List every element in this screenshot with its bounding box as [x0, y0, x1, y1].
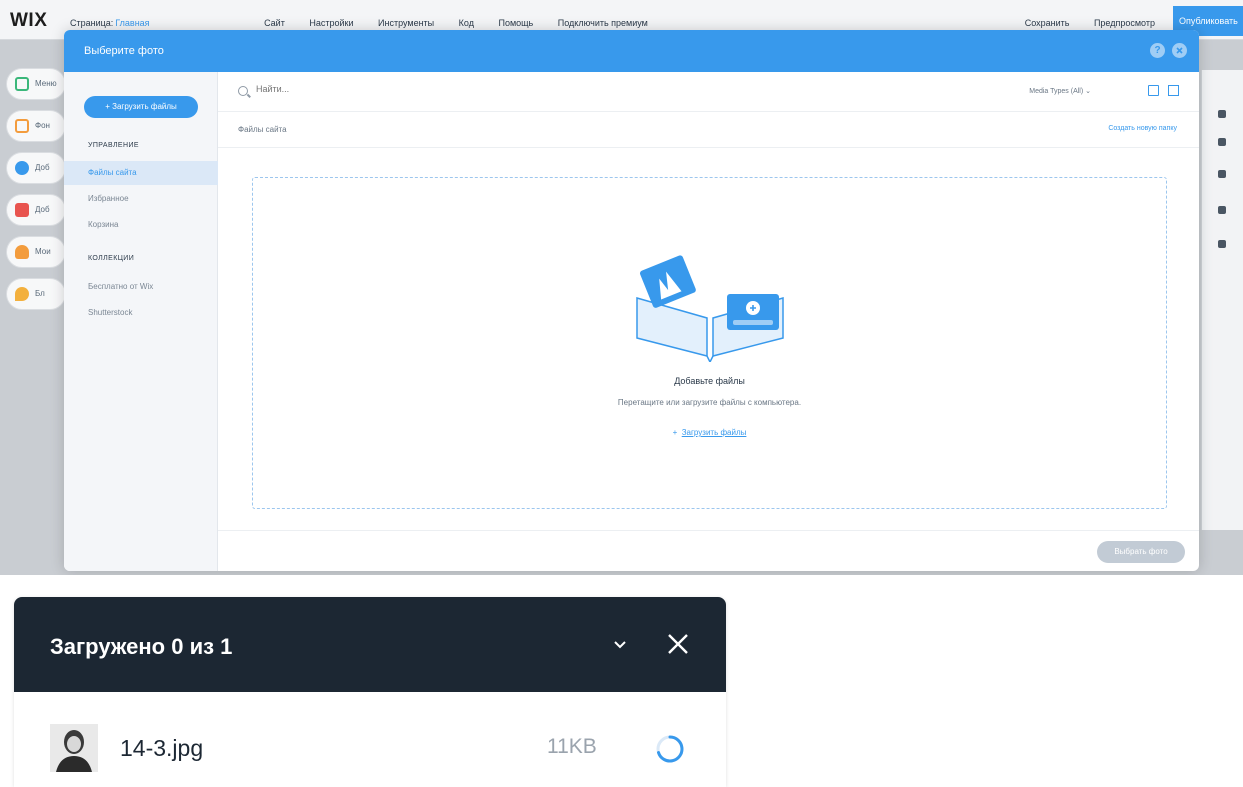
search-icon [238, 86, 248, 96]
background-icon [15, 119, 29, 133]
page-label: Страница: [70, 18, 114, 28]
blog-icon [15, 287, 29, 301]
file-name: 14-3.jpg [120, 735, 204, 761]
tool-apps[interactable]: Доб [6, 194, 66, 226]
upload-panel-header: Загружено 0 из 1 [14, 597, 726, 692]
upload-icon [15, 245, 29, 259]
menu-site[interactable]: Сайт [264, 18, 285, 28]
close-icon[interactable] [1172, 43, 1187, 58]
upload-files-button[interactable]: + Загрузить файлы [84, 96, 198, 118]
plus-icon: + [672, 428, 678, 437]
menu-icon [15, 77, 29, 91]
loading-spinner-icon [656, 735, 684, 763]
editor-top-nav: Страница: Главная Сайт Настройки Инструме… [70, 18, 670, 28]
upload-status-panel: Загружено 0 из 1 14-3.jpg 11KB [14, 597, 726, 787]
editor-top-right: Сохранить Предпросмотр [1003, 18, 1155, 28]
dialog-header: Выберите фото ? [64, 30, 1199, 72]
tool-label: Доб [35, 205, 50, 214]
collections-section-title: КОЛЛЕКЦИИ [88, 255, 135, 262]
chevron-down-icon[interactable] [612, 637, 628, 653]
sidebar-item-shutterstock[interactable]: Shutterstock [64, 301, 218, 325]
tool-add[interactable]: Доб [6, 152, 66, 184]
file-thumbnail [50, 724, 98, 772]
editor-screen: WIX Страница: Главная Сайт Настройки Инст… [0, 0, 1243, 575]
add-icon [15, 161, 29, 175]
media-type-dropdown[interactable]: Media Types (All) ⌄ [1029, 87, 1091, 95]
tool-label: Бл [35, 289, 45, 298]
manage-section-title: УПРАВЛЕНИЕ [88, 142, 139, 149]
choose-photo-button[interactable]: Выбрать фото [1097, 541, 1185, 563]
menu-premium[interactable]: Подключить премиум [558, 18, 648, 28]
upload-illustration-icon [636, 255, 784, 362]
help-icon[interactable]: ? [1150, 43, 1165, 58]
file-size: 11KB [547, 735, 597, 758]
choose-photo-dialog: Выберите фото ? + Загрузить файлы УПРАВЛ… [64, 30, 1199, 571]
new-folder-link[interactable]: Создать новую папку [1108, 125, 1177, 132]
panel-icon[interactable] [1218, 240, 1226, 248]
search-input[interactable] [256, 84, 556, 94]
panel-icon[interactable] [1218, 206, 1226, 214]
dialog-footer: Выбрать фото [218, 530, 1199, 571]
close-icon-glyph [1176, 47, 1183, 54]
breadcrumb: Файлы сайта [238, 125, 287, 134]
drop-zone[interactable]: Добавьте файлы Перетащите или загрузите … [252, 177, 1167, 509]
panel-icon[interactable] [1218, 110, 1226, 118]
grid-view-icon[interactable] [1168, 85, 1179, 96]
upload-files-link[interactable]: + Загрузить файлы [253, 428, 1166, 437]
sidebar-item-favorites[interactable]: Избранное [64, 187, 218, 211]
tool-menu[interactable]: Меню [6, 68, 66, 100]
menu-code[interactable]: Код [459, 18, 474, 28]
breadcrumb-row: Файлы сайта Создать новую папку [218, 112, 1199, 148]
sidebar-item-trash[interactable]: Корзина [64, 213, 218, 237]
right-panel [1201, 70, 1243, 530]
panel-icon[interactable] [1218, 138, 1226, 146]
tool-label: Мои [35, 247, 51, 256]
sidebar-item-site-files[interactable]: Файлы сайта [64, 161, 218, 185]
upload-panel-title: Загружено 0 из 1 [50, 634, 233, 659]
menu-help[interactable]: Помощь [498, 18, 533, 28]
tool-label: Доб [35, 163, 50, 172]
sidebar-item-free-wix[interactable]: Бесплатно от Wix [64, 275, 218, 299]
page-selector[interactable]: Главная [115, 18, 149, 28]
close-icon[interactable] [664, 630, 692, 658]
tool-blog[interactable]: Бл [6, 278, 66, 310]
person-photo-icon [50, 724, 98, 772]
tool-uploads[interactable]: Мои [6, 236, 66, 268]
panel-icon[interactable] [1218, 170, 1226, 178]
upload-file-row: 14-3.jpg 11KB [14, 692, 726, 787]
tool-background[interactable]: Фон [6, 110, 66, 142]
upload-files-link-text: Загрузить файлы [681, 428, 747, 437]
dialog-title: Выберите фото [84, 45, 164, 57]
sort-icon[interactable] [1148, 85, 1159, 96]
drop-subtitle: Перетащите или загрузите файлы с компьют… [617, 398, 802, 407]
wix-logo: WIX [10, 10, 48, 31]
menu-tools[interactable]: Инструменты [378, 18, 434, 28]
apps-icon [15, 203, 29, 217]
search-row: Media Types (All) ⌄ [218, 72, 1199, 112]
save-button[interactable]: Сохранить [1025, 18, 1070, 28]
menu-settings[interactable]: Настройки [309, 18, 353, 28]
media-sidebar: + Загрузить файлы УПРАВЛЕНИЕ Файлы сайта… [64, 72, 218, 571]
tool-label: Фон [35, 121, 50, 130]
preview-button[interactable]: Предпросмотр [1094, 18, 1155, 28]
drop-title: Добавьте файлы [674, 376, 745, 386]
tool-label: Меню [35, 79, 57, 88]
